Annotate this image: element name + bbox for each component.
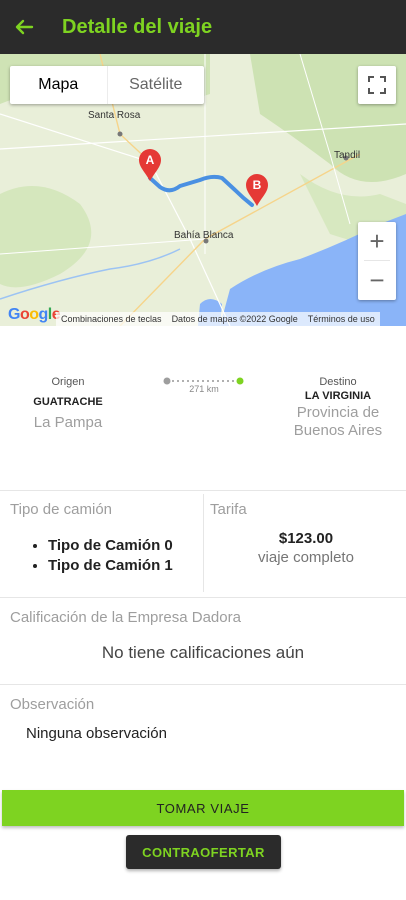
route-summary: Origen GUATRACHE La Pampa 271 km Destino… xyxy=(0,326,406,486)
rating-label: Calificación de la Empresa Dadora xyxy=(10,609,241,626)
back-arrow-icon[interactable] xyxy=(0,0,48,54)
rate-unit: viaje completo xyxy=(258,549,354,566)
terms-link[interactable]: Términos de uso xyxy=(303,312,380,326)
rating-text: No tiene calificaciones aún xyxy=(101,643,305,662)
destination-province: Provincia de Buenos Aires xyxy=(293,404,383,439)
divider xyxy=(0,684,406,685)
divider xyxy=(0,490,406,491)
route-progress: 271 km xyxy=(162,376,246,406)
divider xyxy=(0,597,406,598)
map-label-santa-rosa: Santa Rosa xyxy=(88,110,141,121)
page-title: Detalle del viaje xyxy=(62,15,213,38)
map-type-toggle: Mapa Satélite xyxy=(10,66,204,104)
map-attribution: Google Combinaciones de teclas Datos de … xyxy=(0,306,406,326)
take-trip-button[interactable]: TOMAR VIAJE xyxy=(2,790,404,826)
origin-marker[interactable]: A xyxy=(137,148,163,182)
destination-marker[interactable]: B xyxy=(244,173,270,207)
map-label-bahia-blanca: Bahía Blanca xyxy=(174,230,234,241)
zoom-control: + − xyxy=(358,222,396,300)
map-type-satellite-button[interactable]: Satélite xyxy=(108,66,205,104)
google-logo: Google xyxy=(8,306,61,323)
keyboard-shortcuts-link[interactable]: Combinaciones de teclas xyxy=(56,312,167,326)
truck-type-label: Tipo de camión xyxy=(10,501,112,518)
zoom-out-button[interactable]: − xyxy=(358,261,396,299)
map-label-tandil: Tandil xyxy=(334,150,361,161)
rate-label: Tarifa xyxy=(210,501,247,518)
divider xyxy=(203,494,204,592)
attribution-links: Combinaciones de teclas Datos de mapas ©… xyxy=(56,312,380,326)
destination-city: LA VIRGINIA xyxy=(304,390,372,402)
observation-text: Ninguna observación xyxy=(26,725,167,742)
route-distance: 271 km xyxy=(189,384,219,394)
list-item: Tipo de Camión 0 xyxy=(48,536,173,556)
destination-block: Destino LA VIRGINIA Provincia de Buenos … xyxy=(278,376,398,440)
destination-label: Destino xyxy=(319,376,357,388)
origin-block: Origen GUATRACHE La Pampa xyxy=(8,376,128,432)
origin-province: La Pampa xyxy=(33,414,103,431)
map-data-text: Datos de mapas ©2022 Google xyxy=(171,314,298,324)
origin-city: GUATRACHE xyxy=(33,396,103,408)
route-map[interactable]: Santa Rosa Tandil Bahía Blanca A B Mapa … xyxy=(0,54,406,326)
destination-marker-letter: B xyxy=(252,178,262,192)
origin-label: Origen xyxy=(51,376,85,388)
app-bar: Detalle del viaje xyxy=(0,0,406,54)
origin-marker-letter: A xyxy=(145,153,155,167)
list-item: Tipo de Camión 1 xyxy=(48,556,173,576)
truck-type-list: Tipo de Camión 0 Tipo de Camión 1 xyxy=(22,536,173,576)
map-type-map-button[interactable]: Mapa xyxy=(10,66,108,104)
observation-label: Observación xyxy=(10,696,95,713)
app-root: Detalle del viaje Santa Rosa Tandil Bahí… xyxy=(0,0,406,900)
zoom-in-button[interactable]: + xyxy=(358,222,396,260)
rate-price: $123.00 xyxy=(278,530,334,547)
counteroffer-button[interactable]: CONTRAOFERTAR xyxy=(126,835,281,869)
fullscreen-button[interactable] xyxy=(358,66,396,104)
fullscreen-icon xyxy=(368,76,386,94)
